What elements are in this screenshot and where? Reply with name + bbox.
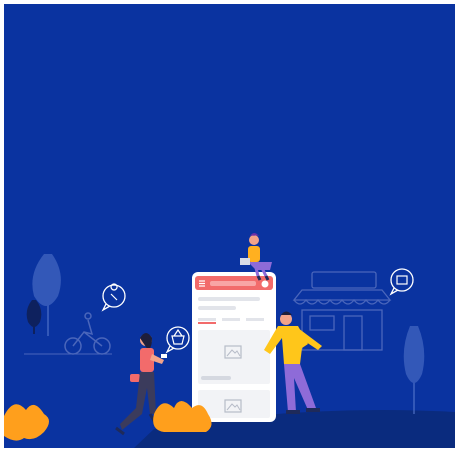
hero-illustration <box>4 4 455 448</box>
phone-mockup <box>192 272 276 422</box>
product-card <box>198 330 270 384</box>
product-card <box>198 390 270 418</box>
search-icon <box>261 280 269 288</box>
active-tab-indicator <box>198 322 216 324</box>
